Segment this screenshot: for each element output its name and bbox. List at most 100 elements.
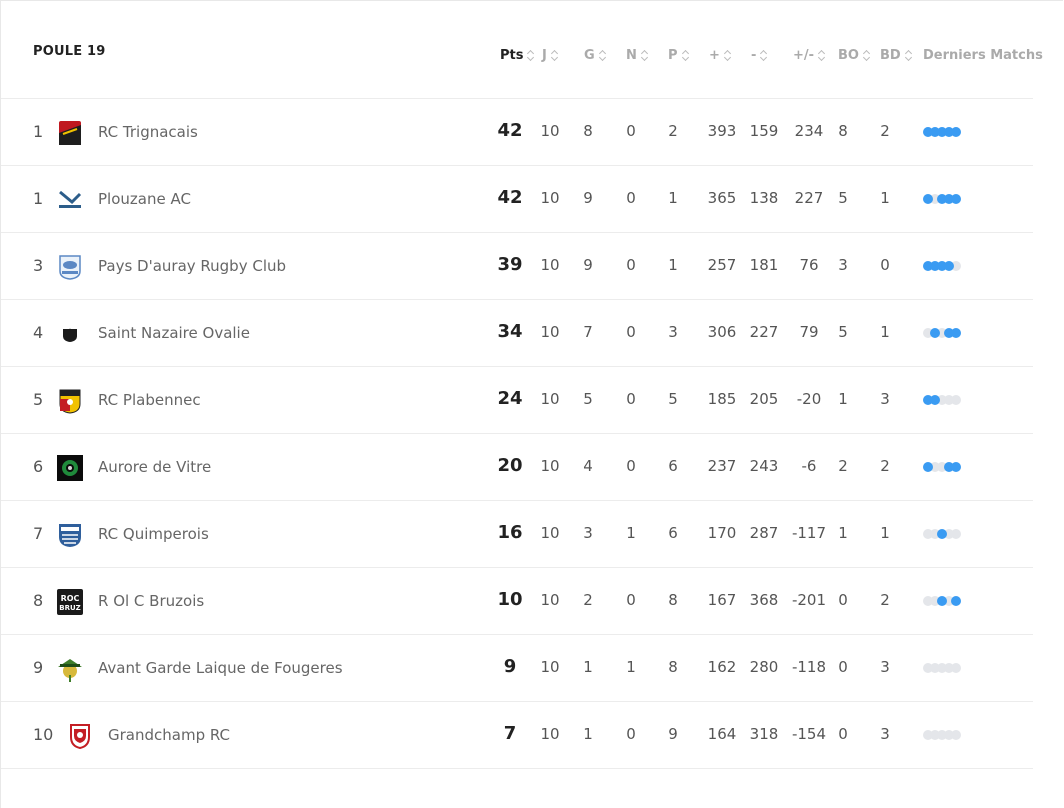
n-cell: 0	[626, 591, 636, 609]
table-row[interactable]: 1 RC Trignacais 42 10 8 0 2 393 159 234 8 2	[1, 99, 1033, 166]
diff-cell: 234	[794, 122, 824, 140]
g-cell: 2	[583, 591, 593, 609]
j-cell: 10	[540, 658, 560, 676]
last-matches-indicator[interactable]	[923, 328, 965, 338]
p-cell: 9	[668, 725, 678, 743]
table-row[interactable]: 3 Pays D'auray Rugby Club 39 10 9 0 1 257 181 76 3…	[1, 233, 1033, 300]
table-row[interactable]: 1 Plouzane AC 42 10 9 0 1 365 138 227 5 1	[1, 166, 1033, 233]
column-header-plus[interactable]: +	[709, 47, 731, 63]
pts-cell: 42	[497, 120, 523, 141]
plus-cell: 306	[707, 323, 737, 341]
n-cell: 1	[626, 658, 636, 676]
n-cell: 0	[626, 122, 636, 140]
column-header-label: Derniers Matchs	[923, 47, 1043, 63]
diff-cell: -154	[791, 725, 827, 743]
bo-cell: 1	[838, 390, 848, 408]
last-matches-indicator[interactable]	[923, 194, 965, 204]
bd-cell: 1	[880, 323, 890, 341]
column-header-label: J	[542, 47, 547, 63]
win-dot	[937, 529, 947, 539]
column-header-label: +/-	[793, 47, 815, 63]
last-matches-indicator[interactable]	[923, 127, 965, 137]
team-name-link[interactable]: Plouzane AC	[98, 190, 191, 208]
column-header-diff[interactable]: +/-	[793, 47, 825, 63]
table-row[interactable]: 5 RC Plabennec 24 10 5 0 5 185 205 -20 1 3	[1, 367, 1033, 434]
standings-table: POULE 19 Pts J G N P + - +/- BO BD Derniers Matchs…	[1, 0, 1043, 769]
pts-cell: 39	[497, 254, 523, 275]
column-header-label: BO	[838, 47, 859, 63]
team-name-link[interactable]: Aurore de Vitre	[98, 458, 211, 476]
last-matches-indicator[interactable]	[923, 529, 965, 539]
last-matches-indicator[interactable]	[923, 596, 965, 606]
rank-cell: 4	[33, 323, 44, 342]
plus-cell: 393	[707, 122, 737, 140]
win-dot	[951, 127, 961, 137]
n-cell: 0	[626, 457, 636, 475]
column-header-minus[interactable]: -	[751, 47, 767, 63]
column-header-g[interactable]: G	[584, 47, 606, 63]
last-matches-indicator[interactable]	[923, 395, 965, 405]
sort-icon	[906, 50, 912, 60]
minus-cell: 138	[749, 189, 779, 207]
table-row[interactable]: 9 Avant Garde Laique de Fougeres 9 10 1 1 8 162…	[1, 635, 1033, 702]
saint-nazaire-logo	[56, 320, 84, 348]
column-header-bo[interactable]: BO	[838, 47, 870, 63]
j-cell: 10	[540, 591, 560, 609]
g-cell: 1	[583, 725, 593, 743]
bo-cell: 2	[838, 457, 848, 475]
sort-icon	[600, 50, 606, 60]
last-matches-indicator[interactable]	[923, 462, 965, 472]
table-row[interactable]: 10 Grandchamp RC 7 10 1 0 9 164 318 -154 0 3	[1, 702, 1033, 769]
diff-cell: 76	[799, 256, 819, 274]
svg-text:BRUZ: BRUZ	[59, 604, 81, 612]
rc-trignacais-logo	[56, 119, 84, 147]
table-row[interactable]: 8 ROC BRUZ R Ol C Bruzois 10 10 2 0 8 167 368 -201 0…	[1, 568, 1033, 635]
last-matches-indicator[interactable]	[923, 663, 965, 673]
roc-bruz-logo: ROC BRUZ	[56, 588, 84, 616]
last-matches-indicator[interactable]	[923, 730, 965, 740]
p-cell: 1	[668, 256, 678, 274]
table-row[interactable]: 6 Aurore de Vitre 20 10 4 0 6 237 243 -6 2 2	[1, 434, 1033, 501]
plus-cell: 162	[707, 658, 737, 676]
bd-cell: 2	[880, 591, 890, 609]
svg-text:ROC: ROC	[61, 594, 80, 603]
plus-cell: 365	[707, 189, 737, 207]
column-header-label: G	[584, 47, 595, 63]
team-name-link[interactable]: Saint Nazaire Ovalie	[98, 324, 250, 342]
bo-cell: 8	[838, 122, 848, 140]
loss-dot	[951, 529, 961, 539]
column-header-bd[interactable]: BD	[880, 47, 912, 63]
table-row[interactable]: 4 Saint Nazaire Ovalie 34 10 7 0 3 306 227 79 5 1	[1, 300, 1033, 367]
win-dot	[951, 596, 961, 606]
p-cell: 6	[668, 524, 678, 542]
table-header: POULE 19 Pts J G N P + - +/- BO BD Derniers Matchs	[1, 0, 1043, 99]
team-name-link[interactable]: RC Trignacais	[98, 123, 198, 141]
team-name-link[interactable]: RC Plabennec	[98, 391, 201, 409]
team-name-link[interactable]: RC Quimperois	[98, 525, 209, 543]
minus-cell: 318	[749, 725, 779, 743]
column-header-label: BD	[880, 47, 901, 63]
column-header-p[interactable]: P	[668, 47, 689, 63]
g-cell: 3	[583, 524, 593, 542]
diff-cell: -117	[791, 524, 827, 542]
j-cell: 10	[540, 457, 560, 475]
p-cell: 8	[668, 591, 678, 609]
g-cell: 9	[583, 189, 593, 207]
column-header-n[interactable]: N	[626, 47, 648, 63]
table-row[interactable]: 7 RC Quimperois 16 10 3 1 6 170 287 -117 1 1	[1, 501, 1033, 568]
last-matches-indicator[interactable]	[923, 261, 965, 271]
column-header-j[interactable]: J	[542, 47, 558, 63]
j-cell: 10	[540, 524, 560, 542]
team-name-link[interactable]: Avant Garde Laique de Fougeres	[98, 659, 343, 677]
team-name-link[interactable]: Grandchamp RC	[108, 726, 230, 744]
rank-cell: 7	[33, 524, 44, 543]
sort-icon	[552, 50, 558, 60]
plus-cell: 164	[707, 725, 737, 743]
column-header-form[interactable]: Derniers Matchs	[923, 47, 1043, 63]
plus-cell: 170	[707, 524, 737, 542]
team-name-link[interactable]: Pays D'auray Rugby Club	[98, 257, 286, 275]
pts-cell: 7	[503, 723, 517, 744]
column-header-pts[interactable]: Pts	[500, 47, 534, 63]
team-name-link[interactable]: R Ol C Bruzois	[98, 592, 204, 610]
minus-cell: 287	[749, 524, 779, 542]
